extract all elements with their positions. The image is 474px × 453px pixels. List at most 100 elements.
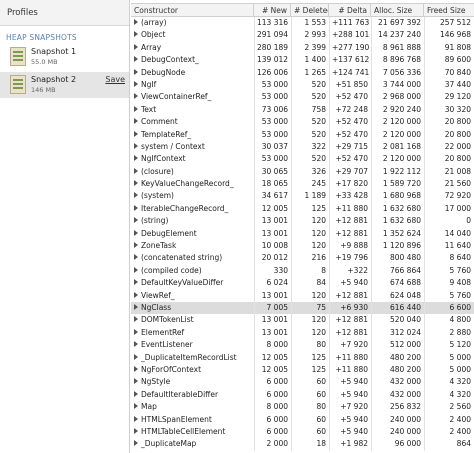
column-header-constructor[interactable]: Constructor bbox=[131, 4, 254, 17]
table-row[interactable]: _DuplicateItemRecordList 12 005 125 +11 880… bbox=[131, 352, 474, 364]
table-row[interactable]: NgStyle 6 000 60 +5 940 432 000 4 320 bbox=[131, 376, 474, 388]
freed-size-cell: 20 800 bbox=[444, 117, 471, 127]
expand-triangle-icon[interactable] bbox=[134, 68, 138, 75]
table-row[interactable]: ZoneTask 10 008 120 +9 888 1 120 896 11 640 bbox=[131, 240, 474, 252]
expand-triangle-icon[interactable] bbox=[134, 180, 138, 187]
expand-triangle-icon[interactable] bbox=[134, 254, 138, 261]
expand-triangle-icon[interactable] bbox=[134, 31, 138, 38]
table-row[interactable]: Map 8 000 80 +7 920 256 832 2 560 bbox=[131, 401, 474, 413]
column-header-new[interactable]: # New bbox=[254, 4, 291, 17]
table-row[interactable]: (concatenated string) 20 012 216 +19 796 800… bbox=[131, 252, 474, 264]
column-header-deleted[interactable]: # Deleted bbox=[291, 4, 329, 17]
expand-triangle-icon[interactable] bbox=[134, 130, 138, 137]
column-header-freed-size[interactable]: Freed Size bbox=[424, 4, 474, 17]
column-header-delta[interactable]: # Delta bbox=[329, 4, 371, 17]
expand-triangle-icon[interactable] bbox=[134, 80, 138, 87]
expand-triangle-icon[interactable] bbox=[134, 403, 138, 410]
expand-triangle-icon[interactable] bbox=[134, 291, 138, 298]
table-row[interactable]: HTMLTableCellElement 6 000 60 +5 940 240 000… bbox=[131, 426, 474, 438]
expand-triangle-icon[interactable] bbox=[134, 105, 138, 112]
new-count-cell: 13 001 bbox=[261, 315, 288, 325]
alloc-size-cell: 2 081 168 bbox=[382, 141, 421, 151]
expand-triangle-icon[interactable] bbox=[134, 242, 138, 249]
table-row[interactable]: (system) 34 617 1 189 +33 428 1 680 968 72 92… bbox=[131, 190, 474, 202]
expand-triangle-icon[interactable] bbox=[134, 328, 138, 335]
table-row[interactable]: DefaultIterableDiffer 6 000 60 +5 940 432 00… bbox=[131, 389, 474, 401]
expand-triangle-icon[interactable] bbox=[134, 167, 138, 174]
table-row[interactable]: (string) 13 001 120 +12 881 1 632 680 0 bbox=[131, 215, 474, 227]
table-row[interactable]: (closure) 30 065 326 +29 707 1 922 112 21 008 bbox=[131, 166, 474, 178]
deleted-count-cell: 60 bbox=[316, 414, 326, 424]
alloc-size-cell: 240 000 bbox=[389, 414, 421, 424]
table-row[interactable]: _DuplicateMap 2 000 18 +1 982 96 000 864 bbox=[131, 438, 474, 450]
table-row[interactable]: Comment 53 000 520 +52 470 2 120 000 20 800 bbox=[131, 116, 474, 128]
expand-triangle-icon[interactable] bbox=[134, 204, 138, 211]
alloc-size-cell: 8 961 888 bbox=[382, 42, 421, 52]
delta-count-cell: +72 248 bbox=[335, 104, 368, 114]
expand-triangle-icon[interactable] bbox=[134, 56, 138, 63]
snapshot-item-2[interactable]: Snapshot 2 146 MB Save bbox=[0, 72, 129, 98]
deleted-count-cell: 326 bbox=[311, 166, 326, 176]
table-row[interactable]: NgClass 7 005 75 +6 930 616 440 6 600 bbox=[131, 301, 474, 315]
expand-triangle-icon[interactable] bbox=[134, 118, 138, 125]
expand-triangle-icon[interactable] bbox=[134, 341, 138, 348]
freed-size-cell: 2 400 bbox=[449, 426, 471, 436]
table-row[interactable]: NgForOfContext 12 005 125 +11 880 480 200 5 0… bbox=[131, 364, 474, 376]
expand-triangle-icon[interactable] bbox=[134, 192, 138, 199]
expand-triangle-icon[interactable] bbox=[134, 415, 138, 422]
deleted-count-cell: 520 bbox=[311, 117, 326, 127]
table-row[interactable]: DebugElement 13 001 120 +12 881 1 352 624 14 … bbox=[131, 228, 474, 240]
table-row[interactable]: Text 73 006 758 +72 248 2 920 240 30 320 bbox=[131, 104, 474, 116]
table-row[interactable]: Array 280 189 2 399 +277 190 8 961 888 91 808 bbox=[131, 42, 474, 54]
expand-triangle-icon[interactable] bbox=[134, 427, 138, 434]
deleted-count-cell: 520 bbox=[311, 129, 326, 139]
new-count-cell: 13 001 bbox=[261, 228, 288, 238]
table-row[interactable]: (array) 113 316 1 553 +111 763 21 697 392 257… bbox=[131, 17, 474, 29]
expand-triangle-icon[interactable] bbox=[134, 19, 138, 25]
expand-triangle-icon[interactable] bbox=[134, 155, 138, 162]
freed-size-cell: 20 800 bbox=[444, 154, 471, 164]
expand-triangle-icon[interactable] bbox=[134, 390, 138, 397]
expand-triangle-icon[interactable] bbox=[134, 378, 138, 385]
expand-triangle-icon[interactable] bbox=[134, 266, 138, 273]
table-row[interactable]: IterableChangeRecord_ 12 005 125 +11 880 1 6… bbox=[131, 203, 474, 215]
freed-size-cell: 21 560 bbox=[444, 179, 471, 189]
expand-triangle-icon[interactable] bbox=[134, 303, 138, 310]
table-row[interactable]: DebugNode 126 006 1 265 +124 741 7 056 336 70… bbox=[131, 67, 474, 79]
table-row[interactable]: DefaultKeyValueDiffer 6 024 84 +5 940 674 68… bbox=[131, 277, 474, 289]
table-row[interactable]: EventListener 8 000 80 +7 920 512 000 5 120 bbox=[131, 339, 474, 351]
table-row[interactable]: (compiled code) 330 8 +322 766 864 5 760 bbox=[131, 265, 474, 277]
table-row[interactable]: DOMTokenList 13 001 120 +12 881 520 040 4 800 bbox=[131, 314, 474, 326]
freed-size-cell: 9 408 bbox=[449, 278, 471, 288]
snapshot-item-1[interactable]: Snapshot 1 55.0 MB bbox=[0, 44, 129, 70]
expand-triangle-icon[interactable] bbox=[134, 142, 138, 149]
expand-triangle-icon[interactable] bbox=[134, 316, 138, 323]
table-row[interactable]: TemplateRef_ 53 000 520 +52 470 2 120 000 20 … bbox=[131, 129, 474, 141]
expand-triangle-icon[interactable] bbox=[134, 353, 138, 360]
table-row[interactable]: DebugContext_ 139 012 1 400 +137 612 8 896 7… bbox=[131, 54, 474, 66]
expand-triangle-icon[interactable] bbox=[134, 93, 138, 100]
expand-triangle-icon[interactable] bbox=[134, 43, 138, 50]
table-row[interactable]: Object 291 094 2 993 +288 101 14 237 240 146 … bbox=[131, 29, 474, 41]
expand-triangle-icon[interactable] bbox=[134, 365, 138, 372]
table-row[interactable]: system / Context 30 037 322 +29 715 2 081 16… bbox=[131, 141, 474, 153]
expand-triangle-icon[interactable] bbox=[134, 440, 138, 447]
table-row[interactable]: NgIfContext 53 000 520 +52 470 2 120 000 20 8… bbox=[131, 153, 474, 165]
column-header-alloc-size[interactable]: Alloc. Size bbox=[371, 4, 424, 17]
constructor-cell: ViewContainerRef_ bbox=[131, 91, 254, 103]
snapshot-icon bbox=[10, 47, 26, 66]
table-row[interactable]: ViewRef_ 13 001 120 +12 881 624 048 5 760 bbox=[131, 290, 474, 302]
table-row[interactable]: KeyValueChangeRecord_ 18 065 245 +17 820 1 5… bbox=[131, 178, 474, 190]
expand-triangle-icon[interactable] bbox=[134, 229, 138, 236]
save-snapshot-link[interactable]: Save bbox=[105, 75, 125, 84]
table-row[interactable]: HTMLSpanElement 6 000 60 +5 940 240 000 2 400 bbox=[131, 414, 474, 426]
expand-triangle-icon[interactable] bbox=[134, 217, 138, 224]
delta-count-cell: +19 796 bbox=[335, 253, 368, 263]
expand-triangle-icon[interactable] bbox=[134, 279, 138, 286]
table-row[interactable]: NgIf 53 000 520 +51 850 3 744 000 37 440 bbox=[131, 79, 474, 91]
table-row[interactable]: ElementRef 13 001 120 +12 881 312 024 2 880 bbox=[131, 327, 474, 339]
new-count-cell: 6 000 bbox=[266, 426, 288, 436]
delta-count-cell: +322 bbox=[347, 265, 368, 275]
table-row[interactable]: ViewContainerRef_ 53 000 520 +52 470 2 968 0… bbox=[131, 91, 474, 103]
freed-size-cell: 5 000 bbox=[449, 364, 471, 374]
